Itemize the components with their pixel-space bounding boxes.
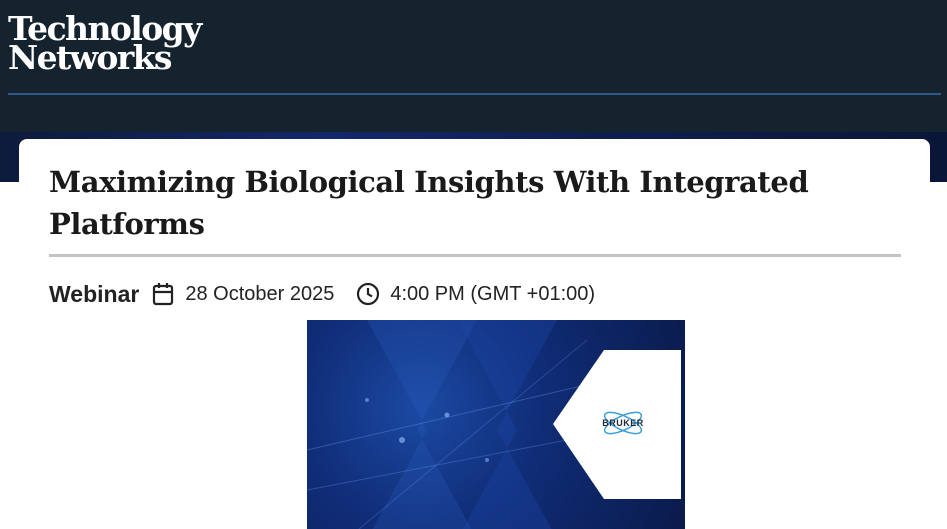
page-title: Maximizing Biological Insights With Inte… — [49, 165, 809, 241]
event-time: 4:00 PM (GMT +01:00) — [390, 282, 596, 305]
site-logo[interactable]: Technology Networks — [8, 12, 202, 74]
calendar-icon — [151, 282, 175, 306]
event-type-label: Webinar — [49, 280, 140, 307]
event-date: 28 October 2025 — [185, 282, 335, 305]
event-meta: Webinar 28 October 2025 4:00 PM (GMT +01… — [49, 279, 617, 309]
clock-icon — [356, 282, 380, 306]
page: Technology Networks Maximizing Biologica… — [0, 0, 947, 529]
header-divider — [8, 93, 941, 95]
title-divider — [49, 254, 901, 257]
bruker-logo: BRUKER — [595, 403, 651, 443]
event-card: Maximizing Biological Insights With Inte… — [19, 139, 930, 529]
webinar-banner-image: BRUKER — [307, 320, 685, 529]
sponsor-logo-text: BRUKER — [602, 418, 644, 428]
